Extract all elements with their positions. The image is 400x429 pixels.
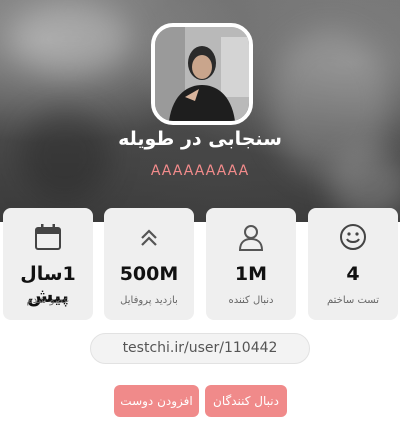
stat-label: عضو شدم xyxy=(26,295,70,306)
stat-value: 1M xyxy=(234,263,268,285)
stat-card-joined: 1سال پیش عضو شدم xyxy=(3,208,93,320)
stat-value: 4 xyxy=(346,263,360,285)
calendar-icon xyxy=(3,222,93,252)
stat-label: دنبال کننده xyxy=(228,295,274,306)
avatar[interactable] xyxy=(151,23,253,125)
smiley-icon xyxy=(308,222,398,252)
profile-name: سنجابی در طویله xyxy=(118,128,282,150)
stat-card-followers: 1M دنبال کننده xyxy=(206,208,296,320)
add-friend-button[interactable]: افزودن دوست xyxy=(114,385,199,417)
followers-button[interactable]: دنبال کنندگان xyxy=(205,385,287,417)
cover-blur xyxy=(10,4,130,74)
avatar-photo xyxy=(155,27,249,121)
stat-label: تست ساختم xyxy=(327,295,379,306)
stat-label: بازدید پروفایل xyxy=(120,295,178,306)
profile-url[interactable]: testchi.ir/user/110442 xyxy=(90,333,310,364)
stat-card-tests: 4 تست ساختم xyxy=(308,208,398,320)
cover-blur xyxy=(20,110,110,200)
chevrons-up-icon xyxy=(104,222,194,252)
stat-card-views: 500M بازدید پروفایل xyxy=(104,208,194,320)
profile-handle: AAAAAAAAA xyxy=(150,163,250,179)
user-icon xyxy=(206,222,296,252)
stat-value: 500M xyxy=(119,263,179,285)
